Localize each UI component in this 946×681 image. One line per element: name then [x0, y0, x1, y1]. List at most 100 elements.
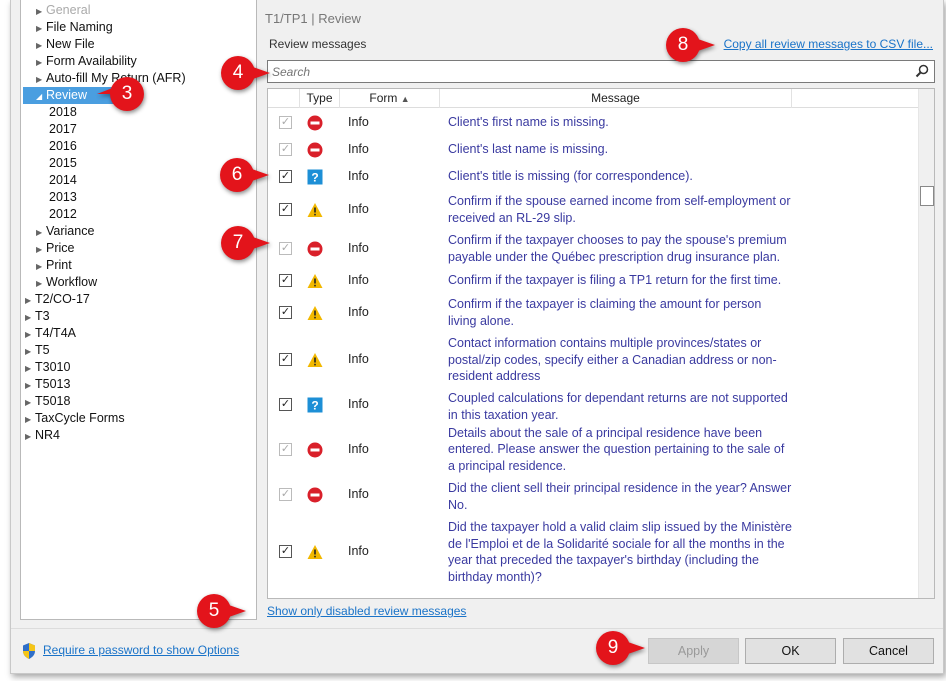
- expand-arrow-icon[interactable]: ▶: [25, 326, 35, 343]
- tree-item[interactable]: ▶ T4/T4A: [21, 325, 256, 342]
- header-form[interactable]: Form ▲: [340, 89, 440, 108]
- error-icon: [307, 115, 323, 131]
- svg-text:?: ?: [311, 398, 318, 412]
- row-message: Did the taxpayer hold a valid claim slip…: [448, 520, 792, 584]
- search-icon[interactable]: [915, 64, 929, 78]
- expand-arrow-icon[interactable]: ▶: [36, 258, 46, 275]
- row-checkbox[interactable]: ✓: [279, 305, 292, 319]
- header-type[interactable]: Type: [300, 89, 340, 108]
- expand-arrow-icon[interactable]: ▶: [25, 292, 35, 309]
- search-input[interactable]: [272, 63, 902, 80]
- callout-number: 6: [231, 164, 243, 185]
- expand-arrow-icon[interactable]: ▶: [36, 275, 46, 292]
- table-row[interactable]: ✓ Info Contact information contains multip…: [268, 332, 918, 388]
- row-checkbox[interactable]: ✓: [279, 202, 292, 216]
- search-box[interactable]: [267, 60, 935, 83]
- row-checkbox[interactable]: ✓: [279, 598, 292, 599]
- table-row[interactable]: ✓ Info Client's first name is missing.: [268, 109, 918, 136]
- table-row[interactable]: ✓ Info Confirm if the taxpayer is claiming…: [268, 293, 918, 332]
- callout-badge: 6: [219, 157, 269, 193]
- expand-arrow-icon[interactable]: ▶: [36, 71, 46, 88]
- warning-icon: [307, 305, 323, 321]
- warning-icon: [307, 352, 323, 368]
- tree-item-label: Price: [46, 241, 75, 255]
- expand-arrow-icon[interactable]: ▶: [36, 224, 46, 241]
- table-row[interactable]: ✓? Info Client's title is missing (for cor…: [268, 163, 918, 190]
- expand-arrow-icon[interactable]: ▶: [25, 394, 35, 411]
- row-form: Info: [348, 352, 369, 366]
- tree-item-label: Review: [46, 88, 87, 102]
- tree-item[interactable]: ▶ T2/CO-17: [21, 291, 256, 308]
- expand-arrow-icon[interactable]: ▶: [36, 241, 46, 258]
- grid-header: Type Form ▲ Message: [268, 89, 918, 108]
- row-checkbox: ✓: [279, 142, 292, 156]
- expand-arrow-icon[interactable]: ▶: [25, 428, 35, 445]
- callout-number: 8: [677, 34, 689, 55]
- tree-item-label: T4/T4A: [35, 326, 76, 340]
- row-checkbox[interactable]: ✓: [279, 353, 292, 366]
- expand-arrow-icon[interactable]: ▶: [25, 411, 35, 428]
- callout-number: 5: [208, 600, 220, 621]
- tree-item[interactable]: ▶ New File: [21, 36, 256, 53]
- table-row[interactable]: ✓ Info Confirm if the taxpayer chooses to …: [268, 229, 918, 268]
- expand-arrow-icon[interactable]: ▶: [36, 37, 46, 54]
- header-message[interactable]: Message: [440, 89, 792, 108]
- header-form-label: Form: [369, 91, 398, 105]
- tree-item[interactable]: ▶ T5018: [21, 393, 256, 410]
- expand-arrow-icon[interactable]: ▶: [25, 343, 35, 360]
- expand-arrow-icon[interactable]: ▶: [25, 360, 35, 377]
- expand-arrow-icon[interactable]: ▶: [36, 3, 46, 20]
- review-messages-grid: Type Form ▲ Message ✓ Info Client's first …: [267, 88, 935, 599]
- row-checkbox[interactable]: ✓: [279, 545, 292, 558]
- table-row[interactable]: ✓ Info Client's last name is missing.: [268, 136, 918, 163]
- expand-arrow-icon[interactable]: ▶: [25, 377, 35, 394]
- header-checkbox-column[interactable]: [268, 89, 300, 108]
- table-row[interactable]: ✓ Info Confirm if the taxpayer is filing a…: [268, 268, 918, 293]
- row-message: Did the client sell their principal resi…: [448, 481, 792, 512]
- row-message: Client's first name is missing.: [448, 115, 609, 130]
- table-row[interactable]: ✓ Info Did the client sell their principal…: [268, 478, 918, 512]
- tree-item[interactable]: ▶ T5013: [21, 376, 256, 393]
- tree-item-label: T3: [35, 309, 50, 323]
- row-checkbox[interactable]: ✓: [279, 273, 292, 287]
- tree-item[interactable]: 2016: [21, 138, 256, 155]
- tree-item[interactable]: ▶ NR4: [21, 427, 256, 444]
- scrollbar-thumb[interactable]: [920, 186, 934, 206]
- row-message: Contact information contains multiple pr…: [448, 336, 777, 384]
- ok-button[interactable]: OK: [745, 638, 836, 664]
- require-password-link[interactable]: Require a password to show Options: [23, 643, 239, 659]
- callout-badge: 5: [196, 593, 246, 629]
- table-row[interactable]: ✓ Info Did the taxpayer hold a valid claim…: [268, 511, 918, 593]
- tree-item[interactable]: ▶ File Naming: [21, 19, 256, 36]
- tree-item[interactable]: ▶ T5: [21, 342, 256, 359]
- tree-item[interactable]: ▶ Workflow: [21, 274, 256, 291]
- options-window: ▶ General ▶ File Naming ▶ New File ▶ Form Avail…: [10, 0, 944, 674]
- row-checkbox[interactable]: ✓: [279, 169, 292, 183]
- callout-badge: 9: [595, 630, 645, 666]
- grid-scrollbar[interactable]: [918, 89, 934, 598]
- callout-number: 4: [232, 62, 244, 83]
- expand-arrow-icon[interactable]: ▶: [36, 20, 46, 37]
- apply-button[interactable]: Apply: [648, 638, 739, 664]
- copy-to-csv-link[interactable]: Copy all review messages to CSV file...: [724, 37, 933, 51]
- tree-item[interactable]: ▶ T3010: [21, 359, 256, 376]
- collapse-arrow-icon[interactable]: ◢: [36, 88, 46, 105]
- tree-item[interactable]: ▶ T3: [21, 308, 256, 325]
- callout-badge: 3: [97, 76, 145, 112]
- tree-item-label: 2016: [49, 139, 77, 153]
- tree-item[interactable]: ▶ General: [21, 2, 256, 19]
- tree-item[interactable]: ▶ TaxCycle Forms: [21, 410, 256, 427]
- table-row[interactable]: ✓ Info Did the taxpayer's address changed …: [268, 593, 918, 599]
- table-row[interactable]: ✓ Info Details about the sale of a princip…: [268, 421, 918, 478]
- show-disabled-messages-link[interactable]: Show only disabled review messages: [267, 604, 466, 618]
- tree-item-label: Print: [46, 258, 72, 272]
- expand-arrow-icon[interactable]: ▶: [36, 54, 46, 71]
- tree-item-label: 2014: [49, 173, 77, 187]
- expand-arrow-icon[interactable]: ▶: [25, 309, 35, 326]
- table-row[interactable]: ✓? Info Coupled calculations for dependant…: [268, 388, 918, 422]
- cancel-button[interactable]: Cancel: [843, 638, 934, 664]
- tree-item[interactable]: 2012: [21, 206, 256, 223]
- row-checkbox[interactable]: ✓: [279, 397, 292, 411]
- table-row[interactable]: ✓ Info Confirm if the spouse earned income…: [268, 190, 918, 229]
- tree-item[interactable]: 2017: [21, 121, 256, 138]
